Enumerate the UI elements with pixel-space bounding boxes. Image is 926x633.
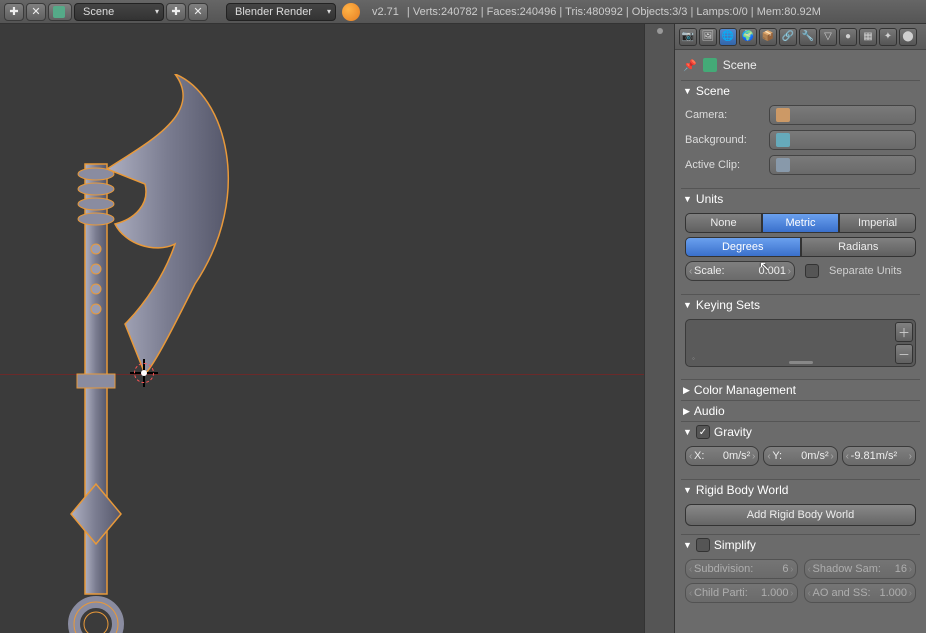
toolbar-handle-icon[interactable] xyxy=(657,28,663,34)
activeclip-label: Active Clip: xyxy=(685,159,763,171)
tab-particles[interactable]: ✦ xyxy=(879,28,897,46)
scene-selector[interactable]: Scene xyxy=(74,3,164,21)
add-rigid-body-button[interactable]: Add Rigid Body World xyxy=(685,504,916,526)
simplify-checkbox[interactable] xyxy=(696,538,710,552)
chevron-right-icon: ▶ xyxy=(683,406,690,417)
chevron-down-icon: ▼ xyxy=(683,86,692,96)
properties-panel: 📷 🖼 🌐 🌍 📦 🔗 🔧 ▽ ● ▦ ✦ ⬤ 📌 Scene ▼ Scene xyxy=(674,24,926,633)
panel-rigid-header[interactable]: ▼ Rigid Body World xyxy=(681,479,920,500)
unit-degrees-button[interactable]: Degrees xyxy=(685,237,801,257)
gravity-z-field[interactable]: -9.81m/s² xyxy=(842,446,916,466)
background-label: Background: xyxy=(685,134,763,146)
separate-units-label: Separate Units xyxy=(829,265,902,277)
scale-value: 0.001 xyxy=(758,265,786,277)
chevron-down-icon: ▼ xyxy=(683,300,692,310)
panel-gravity-title: Gravity xyxy=(714,425,752,439)
remove-keyingset-button[interactable]: － xyxy=(895,344,913,364)
unit-metric-button[interactable]: Metric xyxy=(762,213,839,233)
scene-browse-icon xyxy=(776,133,790,147)
unit-none-button[interactable]: None xyxy=(685,213,762,233)
panel-units-header[interactable]: ▼ Units xyxy=(681,188,920,209)
add-keyingset-button[interactable]: ＋ xyxy=(895,322,913,342)
close-layout-icon[interactable]: ✕ xyxy=(26,3,46,21)
scene-icon xyxy=(703,58,717,72)
tab-data[interactable]: ▽ xyxy=(819,28,837,46)
background-field[interactable] xyxy=(769,130,916,150)
scale-label: Scale: xyxy=(694,265,725,277)
panel-color-title: Color Management xyxy=(694,383,796,397)
unit-radians-button[interactable]: Radians xyxy=(801,237,917,257)
panel-units-title: Units xyxy=(696,192,723,206)
gravity-x-field[interactable]: X: 0m/s² xyxy=(685,446,759,466)
panel-audio-title: Audio xyxy=(694,404,725,418)
mesh-object[interactable] xyxy=(55,74,255,633)
tab-render[interactable]: 📷 xyxy=(679,28,697,46)
simplify-shadow-field[interactable]: Shadow Sam: 16 xyxy=(804,559,917,579)
3d-viewport[interactable] xyxy=(0,24,644,633)
simplify-child-field[interactable]: Child Parti: 1.000 xyxy=(685,583,798,603)
panel-scene-header[interactable]: ▼ Scene xyxy=(681,80,920,101)
gravity-y-field[interactable]: Y: 0m/s² xyxy=(763,446,837,466)
camera-label: Camera: xyxy=(685,109,763,121)
panel-keying-title: Keying Sets xyxy=(696,298,760,312)
tab-physics[interactable]: ⬤ xyxy=(899,28,917,46)
unit-scale-field[interactable]: Scale: 0.001 xyxy=(685,261,795,281)
panel-simplify-header[interactable]: ▼ Simplify xyxy=(681,534,920,555)
scene-data-icon xyxy=(53,6,65,18)
tab-render-layers[interactable]: 🖼 xyxy=(699,28,717,46)
chevron-down-icon: ▼ xyxy=(683,485,692,495)
unit-imperial-button[interactable]: Imperial xyxy=(839,213,916,233)
panel-simplify-title: Simplify xyxy=(714,538,756,552)
object-browse-icon xyxy=(776,108,790,122)
tab-modifiers[interactable]: 🔧 xyxy=(799,28,817,46)
tab-texture[interactable]: ▦ xyxy=(859,28,877,46)
viewport-toolbar xyxy=(644,24,674,633)
keying-sets-list[interactable]: ＋ － ◦ xyxy=(685,319,916,367)
tab-scene[interactable]: 🌐 xyxy=(719,28,737,46)
stats-label: | Verts:240782 | Faces:240496 | Tris:480… xyxy=(407,6,821,18)
breadcrumb-label: Scene xyxy=(723,58,757,72)
chevron-down-icon: ▼ xyxy=(683,194,692,204)
simplify-ao-field[interactable]: AO and SS: 1.000 xyxy=(804,583,917,603)
chevron-down-icon: ▼ xyxy=(683,427,692,437)
simplify-subdiv-field[interactable]: Subdivision: 6 xyxy=(685,559,798,579)
tab-constraints[interactable]: 🔗 xyxy=(779,28,797,46)
version-label: v2.71 xyxy=(372,6,399,18)
pin-icon[interactable]: 📌 xyxy=(683,59,697,72)
panel-scene-title: Scene xyxy=(696,84,730,98)
tab-material[interactable]: ● xyxy=(839,28,857,46)
tab-world[interactable]: 🌍 xyxy=(739,28,757,46)
list-corner-icon: ◦ xyxy=(692,354,695,363)
gravity-checkbox[interactable] xyxy=(696,425,710,439)
panel-rigid-title: Rigid Body World xyxy=(696,483,788,497)
scene-selector-label: Scene xyxy=(83,6,114,18)
chevron-right-icon: ▶ xyxy=(683,385,690,396)
delete-scene-icon[interactable]: ✕ xyxy=(188,3,208,21)
chevron-down-icon: ▼ xyxy=(683,540,692,550)
top-header: ✚ ✕ Scene ✚ ✕ Blender Render v2.71 | Ver… xyxy=(0,0,926,24)
properties-tabs: 📷 🖼 🌐 🌍 📦 🔗 🔧 ▽ ● ▦ ✦ ⬤ xyxy=(675,24,926,50)
activeclip-field[interactable] xyxy=(769,155,916,175)
add-layout-icon[interactable]: ✚ xyxy=(4,3,24,21)
breadcrumb: 📌 Scene xyxy=(681,54,920,80)
add-scene-icon[interactable]: ✚ xyxy=(166,3,186,21)
scene-browse-button[interactable] xyxy=(48,3,72,21)
render-engine-label: Blender Render xyxy=(235,6,312,18)
panel-gravity-header[interactable]: ▼ Gravity xyxy=(681,421,920,442)
render-engine-selector[interactable]: Blender Render xyxy=(226,3,336,21)
clip-browse-icon xyxy=(776,158,790,172)
panel-keying-header[interactable]: ▼ Keying Sets xyxy=(681,294,920,315)
blender-logo-icon xyxy=(342,3,360,21)
tab-object[interactable]: 📦 xyxy=(759,28,777,46)
panel-audio-header[interactable]: ▶ Audio xyxy=(681,400,920,421)
separate-units-checkbox[interactable] xyxy=(805,264,819,278)
list-resize-handle[interactable] xyxy=(789,361,813,364)
camera-field[interactable] xyxy=(769,105,916,125)
panel-color-header[interactable]: ▶ Color Management xyxy=(681,379,920,400)
